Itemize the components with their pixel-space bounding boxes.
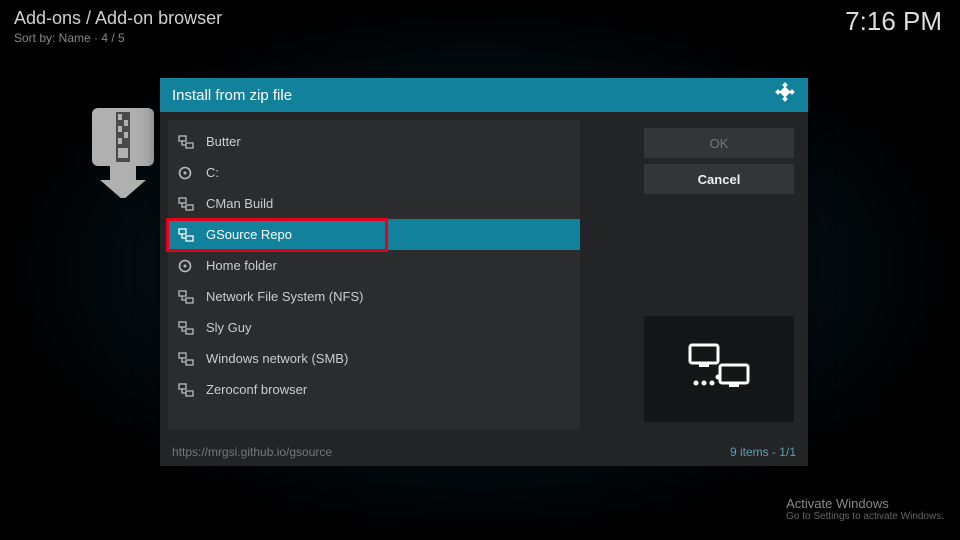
breadcrumb-header: Add-ons / Add-on browser Sort by: Name ·… xyxy=(14,8,222,45)
clock: 7:16 PM xyxy=(845,6,942,37)
network-icon xyxy=(178,197,194,211)
file-item[interactable]: Butter xyxy=(168,126,580,157)
watermark-sub: Go to Settings to activate Windows. xyxy=(786,511,944,522)
breadcrumb-sub: Sort by: Name · 4 / 5 xyxy=(14,31,222,45)
dialog-header: Install from zip file xyxy=(160,78,808,112)
file-item[interactable]: CMan Build xyxy=(168,188,580,219)
cancel-button[interactable]: Cancel xyxy=(644,164,794,194)
disk-icon xyxy=(178,259,194,273)
file-item-label: Butter xyxy=(206,134,241,149)
network-icon xyxy=(178,383,194,397)
install-zip-dialog: Install from zip file Butter C: CMan Build… xyxy=(160,78,808,466)
file-item-label: C: xyxy=(206,165,219,180)
network-icon xyxy=(178,352,194,366)
ok-button[interactable]: OK xyxy=(644,128,794,158)
network-icon xyxy=(178,290,194,304)
preview-pane xyxy=(644,316,794,422)
file-item[interactable]: Sly Guy xyxy=(168,312,580,343)
watermark-title: Activate Windows xyxy=(786,496,944,511)
network-icon xyxy=(178,135,194,149)
network-share-icon xyxy=(684,341,754,397)
file-item[interactable]: Home folder xyxy=(168,250,580,281)
footer-count: 9 items - 1/1 xyxy=(730,445,796,459)
windows-activation-watermark: Activate Windows Go to Settings to activ… xyxy=(786,496,944,522)
breadcrumb-title: Add-ons / Add-on browser xyxy=(14,8,222,29)
file-list[interactable]: Butter C: CMan Build GSource Repo Home folde… xyxy=(168,120,580,430)
network-icon xyxy=(178,228,194,242)
footer-path: https://mrgsi.github.io/gsource xyxy=(172,445,332,459)
network-icon xyxy=(178,321,194,335)
file-item[interactable]: C: xyxy=(168,157,580,188)
file-item-label: Network File System (NFS) xyxy=(206,289,363,304)
dialog-footer: https://mrgsi.github.io/gsource 9 items … xyxy=(160,438,808,466)
dialog-side-buttons: OK Cancel xyxy=(644,128,794,200)
zip-download-icon xyxy=(92,108,154,198)
file-item-label: Home folder xyxy=(206,258,277,273)
file-item[interactable]: Windows network (SMB) xyxy=(168,343,580,374)
file-item-label: Sly Guy xyxy=(206,320,252,335)
file-item[interactable]: GSource Repo xyxy=(168,219,580,250)
file-item-label: CMan Build xyxy=(206,196,273,211)
dialog-title: Install from zip file xyxy=(172,87,292,104)
file-item[interactable]: Network File System (NFS) xyxy=(168,281,580,312)
file-item-label: Windows network (SMB) xyxy=(206,351,348,366)
file-item-label: GSource Repo xyxy=(206,227,292,242)
file-item[interactable]: Zeroconf browser xyxy=(168,374,580,405)
kodi-logo-icon xyxy=(774,82,796,109)
file-item-label: Zeroconf browser xyxy=(206,382,307,397)
disk-icon xyxy=(178,166,194,180)
